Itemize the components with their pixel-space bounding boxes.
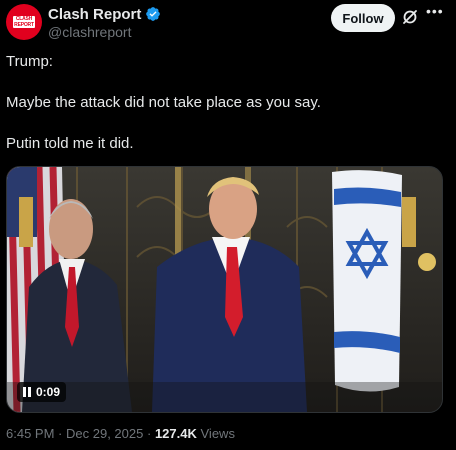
- post-paragraph: Trump:: [6, 53, 53, 70]
- post-date[interactable]: Dec 29, 2025: [66, 426, 143, 441]
- video-duration: 0:09: [36, 385, 61, 399]
- display-name[interactable]: Clash Report: [48, 6, 141, 23]
- grok-icon[interactable]: [401, 8, 419, 26]
- meta-separator: ·: [58, 426, 63, 441]
- video-frame: [7, 167, 442, 412]
- avatar-logo-text: CLASH REPORT: [14, 16, 34, 28]
- views-count: 127.4K: [154, 426, 197, 441]
- verified-badge-icon: [145, 6, 161, 22]
- handle[interactable]: @clashreport: [48, 24, 131, 40]
- post-header: CLASH REPORT Clash Report @clashreport F…: [0, 0, 456, 50]
- avatar-logo: CLASH REPORT: [13, 16, 35, 28]
- video-player[interactable]: 0:09: [6, 166, 443, 413]
- name-row: Clash Report: [48, 5, 161, 23]
- more-icon[interactable]: •••: [426, 4, 443, 24]
- follow-button[interactable]: Follow: [331, 4, 395, 32]
- post-meta: 6:45 PM · Dec 29, 2025 · 127.4K Views: [6, 426, 235, 441]
- video-timestamp-badge[interactable]: 0:09: [17, 382, 67, 402]
- post-paragraph: Maybe the attack did not take place as y…: [6, 94, 321, 111]
- avatar[interactable]: CLASH REPORT: [6, 4, 42, 40]
- post-time[interactable]: 6:45 PM: [6, 426, 54, 441]
- pause-icon[interactable]: [23, 387, 31, 397]
- views-label: Views: [200, 426, 235, 441]
- post-paragraph: Putin told me it did.: [6, 135, 134, 152]
- meta-separator: ·: [146, 426, 152, 441]
